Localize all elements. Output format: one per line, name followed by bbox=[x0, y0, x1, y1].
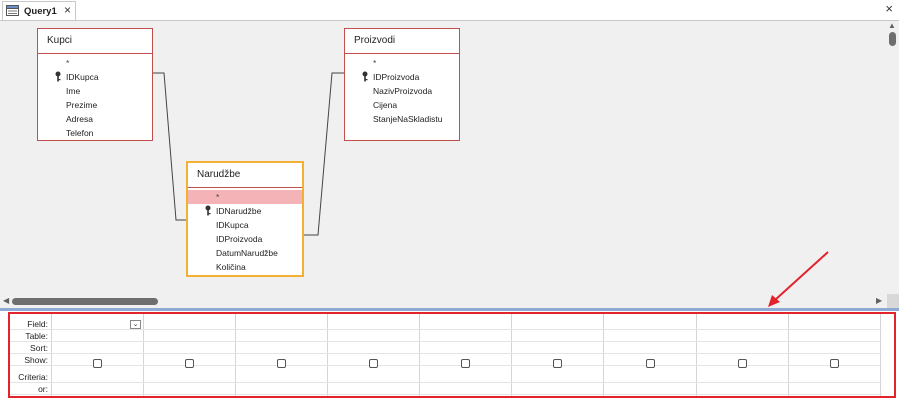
window-close-icon[interactable]: × bbox=[885, 2, 893, 16]
show-checkbox[interactable] bbox=[93, 359, 102, 368]
row-label-field: Field: bbox=[27, 319, 48, 329]
document-tab-bar: Query1 × × bbox=[0, 0, 899, 21]
primary-key-icon bbox=[205, 205, 211, 216]
field-dropdown-chevron-icon[interactable]: ⌄ bbox=[130, 320, 141, 329]
field-telefon[interactable]: Telefon bbox=[38, 126, 152, 140]
field-adresa[interactable]: Adresa bbox=[38, 112, 152, 126]
scroll-right-icon[interactable]: ▶ bbox=[876, 296, 882, 305]
show-checkbox[interactable] bbox=[646, 359, 655, 368]
field-all[interactable]: * bbox=[38, 56, 152, 70]
tab-label: Query1 bbox=[24, 6, 57, 17]
field-idproizvoda[interactable]: IDProizvoda bbox=[345, 70, 459, 84]
query-design-grid[interactable]: Field: ⌄ Table: Sort: Show: Criteria: or… bbox=[10, 314, 882, 397]
scrollbar-corner bbox=[887, 294, 899, 308]
field-nazivproizvoda[interactable]: NazivProizvoda bbox=[345, 84, 459, 98]
table-narudzbe[interactable]: Narudžbe * IDNarudžbe IDKupca IDProizvod… bbox=[186, 161, 304, 277]
field-idkupca[interactable]: IDKupca bbox=[188, 218, 302, 232]
row-label-sort: Sort: bbox=[30, 343, 48, 353]
field-ime[interactable]: Ime bbox=[38, 84, 152, 98]
show-checkbox[interactable] bbox=[830, 359, 839, 368]
grid-row-sort[interactable]: Sort: bbox=[10, 342, 882, 354]
field-prezime[interactable]: Prezime bbox=[38, 98, 152, 112]
table-title[interactable]: Kupci bbox=[38, 29, 152, 54]
query-icon bbox=[6, 5, 19, 16]
field-all[interactable]: * bbox=[345, 56, 459, 70]
field-idnarudzbe[interactable]: IDNarudžbe bbox=[188, 204, 302, 218]
field-idkupca[interactable]: IDKupca bbox=[38, 70, 152, 84]
show-checkbox[interactable] bbox=[277, 359, 286, 368]
vertical-scrollbar[interactable]: ▲ bbox=[887, 21, 899, 294]
primary-key-icon bbox=[362, 71, 368, 82]
primary-key-icon bbox=[55, 71, 61, 82]
show-checkbox[interactable] bbox=[553, 359, 562, 368]
grid-row-criteria[interactable]: Criteria: bbox=[10, 371, 882, 383]
field-kolicina[interactable]: Količina bbox=[188, 260, 302, 274]
horizontal-scroll-thumb[interactable] bbox=[12, 298, 158, 305]
row-label-criteria: Criteria: bbox=[18, 372, 48, 382]
row-label-or: or: bbox=[38, 384, 48, 394]
field-stanjenaskladistu[interactable]: StanjeNaSkladistu bbox=[345, 112, 459, 126]
tab-query1[interactable]: Query1 × bbox=[2, 1, 76, 20]
vertical-scroll-thumb[interactable] bbox=[889, 32, 896, 46]
table-title[interactable]: Proizvodi bbox=[345, 29, 459, 54]
show-checkbox[interactable] bbox=[461, 359, 470, 368]
scroll-left-icon[interactable]: ◀ bbox=[3, 296, 9, 305]
tab-close-icon[interactable]: × bbox=[64, 3, 71, 17]
field-all[interactable]: * bbox=[188, 190, 302, 204]
grid-row-field[interactable]: Field: ⌄ bbox=[10, 318, 882, 330]
row-label-table: Table: bbox=[25, 331, 48, 341]
field-cijena[interactable]: Cijena bbox=[345, 98, 459, 112]
pane-splitter[interactable] bbox=[0, 308, 899, 311]
query-designer-pane[interactable]: Kupci * IDKupca Ime Prezime Adresa Telef… bbox=[0, 21, 889, 294]
scroll-up-icon[interactable]: ▲ bbox=[888, 21, 896, 30]
horizontal-scrollbar[interactable]: ◀ ▶ bbox=[0, 294, 887, 308]
field-idproizvoda[interactable]: IDProizvoda bbox=[188, 232, 302, 246]
show-checkbox[interactable] bbox=[369, 359, 378, 368]
show-checkbox[interactable] bbox=[738, 359, 747, 368]
field-datumnarudzbe[interactable]: DatumNarudžbe bbox=[188, 246, 302, 260]
table-kupci[interactable]: Kupci * IDKupca Ime Prezime Adresa Telef… bbox=[37, 28, 153, 141]
row-label-show: Show: bbox=[24, 355, 48, 365]
grid-row-table[interactable]: Table: bbox=[10, 330, 882, 342]
table-proizvodi[interactable]: Proizvodi * IDProizvoda NazivProizvoda C… bbox=[344, 28, 460, 141]
table-title[interactable]: Narudžbe bbox=[188, 163, 302, 188]
grid-row-or[interactable]: or: bbox=[10, 383, 882, 395]
show-checkbox[interactable] bbox=[185, 359, 194, 368]
grid-row-show[interactable]: Show: bbox=[10, 354, 882, 368]
